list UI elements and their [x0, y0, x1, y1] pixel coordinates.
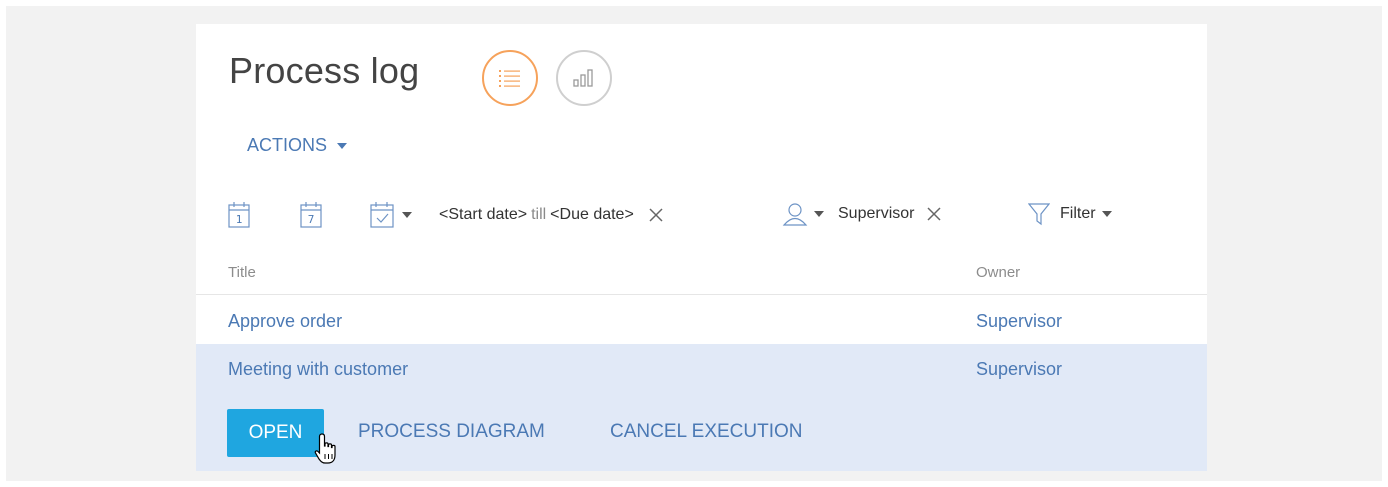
header-divider [196, 294, 1207, 295]
column-header-owner[interactable]: Owner [976, 264, 1020, 281]
frame-background: Process log ACTIONS 1 7 <Start date> til… [6, 6, 1382, 481]
bar-chart-icon [573, 69, 593, 87]
chevron-down-icon [337, 142, 348, 149]
page-title: Process log [229, 50, 420, 91]
period-filter-dropdown[interactable] [370, 200, 412, 230]
chevron-down-icon [1101, 211, 1112, 217]
filter-funnel-icon [1028, 203, 1050, 226]
date-range-filter[interactable]: <Start date> till <Due date> [439, 206, 664, 224]
row-title[interactable]: Approve order [228, 311, 342, 332]
calendar-day-number: 1 [236, 213, 243, 226]
row-owner[interactable]: Supervisor [976, 359, 1062, 380]
actions-label: ACTIONS [247, 135, 328, 155]
row-title[interactable]: Meeting with customer [228, 359, 408, 380]
due-date-label: <Due date> [550, 206, 634, 223]
actions-menu-button[interactable]: ACTIONS [247, 135, 348, 156]
column-header-title[interactable]: Title [228, 264, 256, 281]
list-view-button[interactable] [482, 50, 538, 106]
calendar-week-icon: 7 [300, 202, 322, 228]
calendar-week-number: 7 [308, 213, 315, 226]
calendar-day-icon: 1 [228, 202, 250, 228]
open-button[interactable]: OPEN [227, 409, 324, 457]
close-icon[interactable] [926, 206, 942, 222]
list-view-icon [499, 70, 520, 87]
week-filter-button[interactable]: 7 [300, 200, 322, 230]
close-icon[interactable] [648, 207, 664, 223]
today-filter-button[interactable]: 1 [228, 200, 250, 230]
start-date-label: <Start date> [439, 206, 528, 223]
table-row[interactable]: Approve order Supervisor [196, 296, 1207, 346]
hand-pointer-cursor-icon [314, 433, 336, 464]
user-icon [782, 203, 808, 226]
chevron-down-icon [402, 212, 412, 218]
cancel-execution-button[interactable]: CANCEL EXECUTION [610, 421, 803, 443]
owner-filter-value: Supervisor [838, 205, 915, 222]
row-owner[interactable]: Supervisor [976, 311, 1062, 332]
owner-filter[interactable]: Supervisor [782, 202, 942, 226]
process-diagram-button[interactable]: PROCESS DIAGRAM [358, 421, 545, 443]
calendar-check-icon [370, 202, 394, 228]
chevron-down-icon [814, 211, 824, 217]
process-log-panel: Process log ACTIONS 1 7 <Start date> til… [196, 24, 1207, 471]
till-label: till [531, 206, 547, 223]
filter-label: Filter [1060, 205, 1096, 222]
analytics-view-button[interactable] [556, 50, 612, 106]
table-row-selected[interactable]: Meeting with customer Supervisor [196, 344, 1207, 394]
filter-dropdown[interactable]: Filter [1028, 202, 1112, 226]
row-actions-bar: OPEN PROCESS DIAGRAM CANCEL EXECUTION [196, 394, 1207, 471]
